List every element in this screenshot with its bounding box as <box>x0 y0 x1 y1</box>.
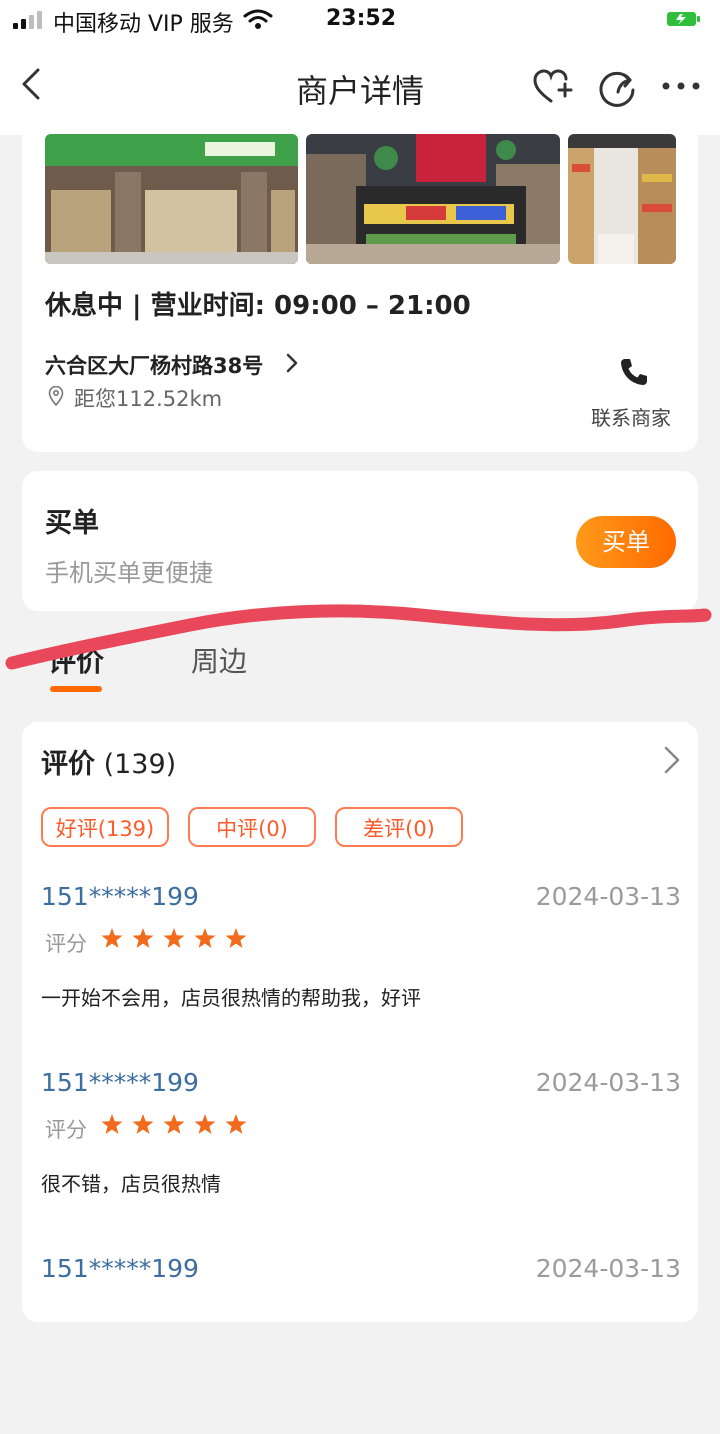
review-text: 一开始不会用，店员很热情的帮助我，好评 <box>41 986 421 1010</box>
star-icon <box>132 1114 154 1134</box>
tab-reviews[interactable]: 评价 <box>48 640 104 680</box>
star-rating <box>101 926 256 952</box>
review-date: 2024-03-13 <box>535 1254 681 1283</box>
star-icon <box>101 1114 123 1134</box>
contact-merchant-button[interactable]: 联系商家 <box>591 402 671 431</box>
star-icon <box>132 928 154 948</box>
distance-label: 距您112.52km <box>74 387 223 411</box>
store-photo-interior[interactable] <box>306 134 560 264</box>
clock: 23:52 <box>326 6 397 31</box>
pay-card: 买单 手机买单更便捷 买单 <box>22 471 698 611</box>
status-bar: 中国移动 VIP 服务 23:52 <box>0 0 720 40</box>
review-date: 2024-03-13 <box>535 882 681 911</box>
reviews-title: 评价 <box>41 749 95 780</box>
location-pin-icon <box>48 386 64 406</box>
reviews-card: 评价 (139) 好评(139) 中评(0) 差评(0) 151*****199… <box>22 722 698 1322</box>
business-hours: 休息中 | 营业时间: 09:00 – 21:00 <box>45 291 471 321</box>
star-icon <box>225 928 247 948</box>
rating-label: 评分 <box>45 932 87 956</box>
filter-neutral[interactable]: 中评(0) <box>188 807 316 847</box>
store-address[interactable]: 六合区大厂杨村路38号 <box>45 350 263 380</box>
star-icon <box>101 928 123 948</box>
wifi-icon <box>243 9 273 29</box>
more-icon[interactable] <box>660 76 702 96</box>
chevron-right-icon[interactable] <box>285 352 299 374</box>
review-user: 151*****199 <box>41 1254 199 1283</box>
reviews-header[interactable]: 评价 (139) <box>41 742 176 781</box>
store-photo-front[interactable] <box>45 134 298 264</box>
signal-icon <box>13 11 47 29</box>
star-icon <box>225 1114 247 1134</box>
star-icon <box>194 928 216 948</box>
review-user: 151*****199 <box>41 882 199 911</box>
share-icon[interactable] <box>598 68 638 108</box>
tab-nearby[interactable]: 周边 <box>191 640 247 680</box>
pay-button[interactable]: 买单 <box>576 516 676 568</box>
star-rating <box>101 1112 256 1138</box>
star-icon <box>163 928 185 948</box>
active-tab-indicator <box>50 686 102 692</box>
carrier-label: 中国移动 VIP 服务 <box>53 12 234 37</box>
pay-subtitle: 手机买单更便捷 <box>45 559 213 587</box>
favorite-add-icon[interactable] <box>532 68 574 106</box>
rating-label: 评分 <box>45 1118 87 1142</box>
nav-bar: 商户详情 <box>0 40 720 135</box>
store-photo-aisle[interactable] <box>568 134 676 264</box>
pay-title: 买单 <box>45 508 99 539</box>
phone-icon[interactable] <box>619 357 649 387</box>
store-info-card: 休息中 | 营业时间: 09:00 – 21:00 六合区大厂杨村路38号 距您… <box>22 122 698 452</box>
reviews-count: (139) <box>103 749 177 780</box>
filter-negative[interactable]: 差评(0) <box>335 807 463 847</box>
review-item: 151*****199 2024-03-13 评分 一开始不会用，店员很热情的帮… <box>41 882 681 1062</box>
review-item: 151*****199 2024-03-13 <box>41 1254 681 1434</box>
battery-charging-icon <box>667 12 700 26</box>
review-date: 2024-03-13 <box>535 1068 681 1097</box>
review-user: 151*****199 <box>41 1068 199 1097</box>
filter-positive[interactable]: 好评(139) <box>41 807 169 847</box>
review-item: 151*****199 2024-03-13 评分 很不错，店员很热情 <box>41 1068 681 1248</box>
star-icon <box>194 1114 216 1134</box>
chevron-right-icon[interactable] <box>662 744 682 776</box>
review-text: 很不错，店员很热情 <box>41 1172 221 1196</box>
star-icon <box>163 1114 185 1134</box>
